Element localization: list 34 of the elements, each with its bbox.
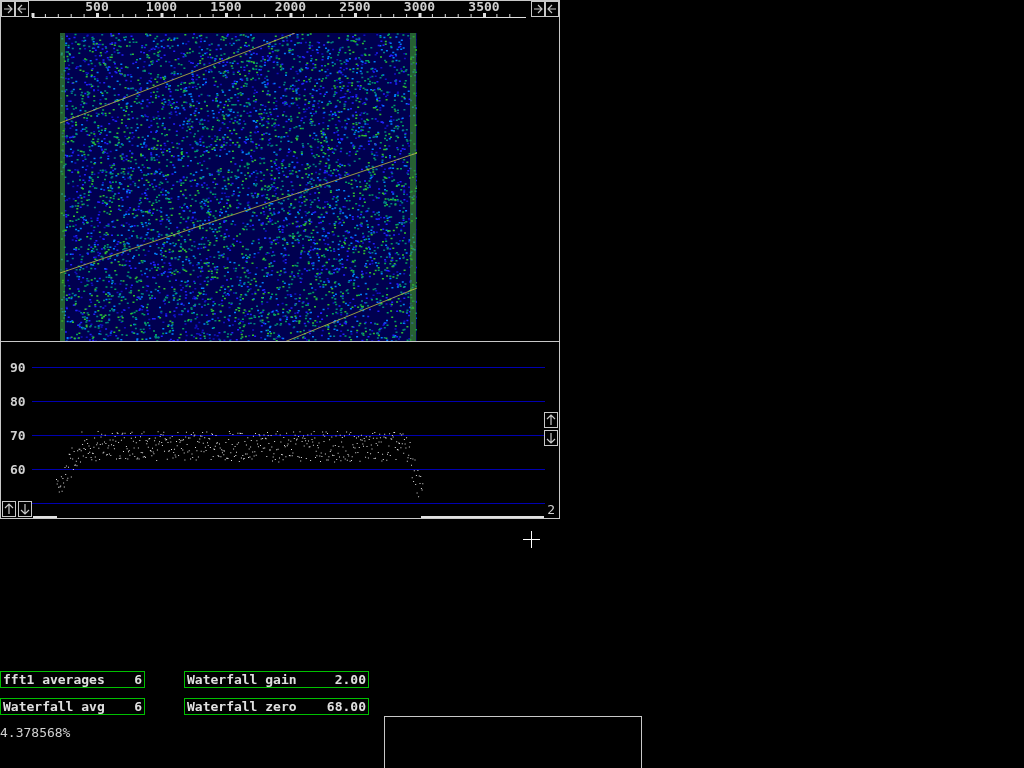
down-arrow-icon: [20, 503, 30, 515]
scroll-right-button[interactable]: [531, 1, 545, 17]
frequency-label: 2500: [339, 0, 371, 13]
parameter-field[interactable]: Waterfall avg 6: [0, 698, 145, 715]
parameter-field[interactable]: Waterfall zero 68.00: [184, 698, 369, 715]
axis-label: 70: [9, 429, 27, 442]
parameter-field[interactable]: fft1 averages 6: [0, 671, 145, 688]
scroll-left-button[interactable]: [15, 1, 29, 17]
scale-up-button[interactable]: [544, 412, 558, 428]
axis-label: 80: [9, 395, 27, 408]
down-arrow-icon: [546, 432, 556, 444]
frequency-label: 3500: [468, 0, 500, 13]
right-arrow-icon: [3, 3, 13, 15]
scroll-left-button[interactable]: [545, 1, 559, 17]
axis-label: 60: [9, 463, 27, 476]
level-up-button[interactable]: [2, 501, 16, 517]
frequency-label: 1500: [210, 0, 242, 13]
level-down-button[interactable]: [18, 501, 32, 517]
status-text: 4.378568%: [0, 726, 71, 739]
up-arrow-icon: [4, 503, 14, 515]
scale-down-button[interactable]: [544, 430, 558, 446]
frequency-label: 500: [85, 0, 109, 13]
frequency-label: 1000: [145, 0, 178, 13]
frequency-label: 3000: [403, 0, 436, 13]
left-arrow-icon: [17, 3, 27, 15]
right-arrow-icon: [533, 3, 543, 15]
corner-label: 2: [547, 503, 555, 516]
left-arrow-icon: [547, 3, 557, 15]
scroll-right-button[interactable]: [1, 1, 15, 17]
up-arrow-icon: [546, 414, 556, 426]
parameter-field[interactable]: Waterfall gain 2.00: [184, 671, 369, 688]
frequency-label: 2000: [274, 0, 307, 13]
crosshair-cursor-icon: [523, 531, 540, 548]
axis-label: 90: [9, 361, 27, 374]
